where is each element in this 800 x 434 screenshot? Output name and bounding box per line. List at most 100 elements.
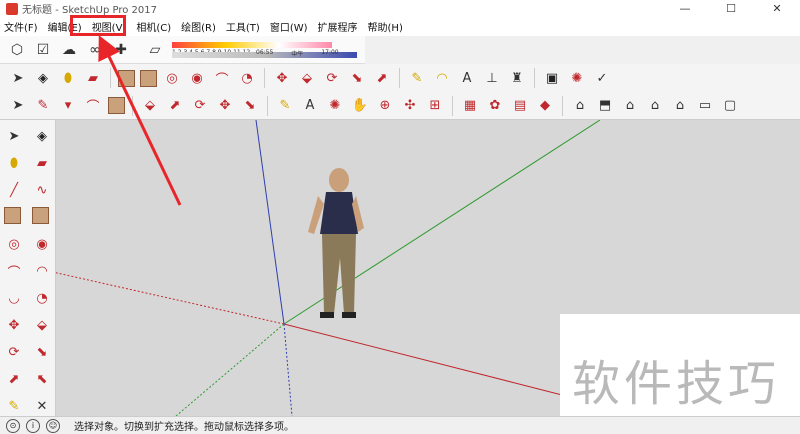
move-icon[interactable]: ✥: [272, 68, 292, 88]
minimize-button[interactable]: —: [662, 0, 708, 17]
menu-draw[interactable]: 绘图(R): [181, 19, 216, 34]
back-view-icon[interactable]: ⌂: [670, 96, 690, 116]
date-slider[interactable]: [172, 42, 332, 48]
rectangle-icon[interactable]: [118, 69, 135, 87]
rotate-tool-icon[interactable]: ⟳: [190, 96, 210, 116]
offset-icon[interactable]: ⬉: [32, 369, 52, 389]
freehand-icon[interactable]: ▾: [58, 96, 78, 116]
tape-measure-icon[interactable]: ✎: [407, 68, 427, 88]
maximize-button[interactable]: ☐: [708, 0, 754, 17]
section-plane-icon[interactable]: ▣: [542, 68, 562, 88]
circle-icon[interactable]: ◎: [162, 68, 182, 88]
close-button[interactable]: ✕: [754, 0, 800, 17]
follow-tool-icon[interactable]: ⬊: [240, 96, 260, 116]
menu-file[interactable]: 文件(F): [4, 19, 38, 34]
warehouse-icon[interactable]: ▦: [460, 96, 480, 116]
shadow-settings[interactable]: 1 2 3 4 5 6 7 8 9 10 11 12 06:55 中午 17:0…: [168, 39, 364, 61]
scale-icon[interactable]: ⬈: [4, 369, 24, 389]
3d-text-icon[interactable]: ♜: [507, 68, 527, 88]
polygon-icon[interactable]: ◉: [187, 68, 207, 88]
link-icon[interactable]: ∞: [84, 39, 106, 61]
top-view-icon[interactable]: ⬒: [595, 96, 615, 116]
tape-icon[interactable]: ✎: [4, 396, 24, 416]
person-figure[interactable]: [308, 168, 364, 318]
label-text-icon[interactable]: A: [300, 96, 320, 116]
xray-icon[interactable]: ▢: [720, 96, 740, 116]
rotate-icon[interactable]: ⟳: [322, 68, 342, 88]
push-pull-icon[interactable]: ⬙: [32, 315, 52, 335]
push-pull-tool-icon[interactable]: ⬙: [140, 96, 160, 116]
front-view-icon[interactable]: ⌂: [620, 96, 640, 116]
menu-help[interactable]: 帮助(H): [368, 19, 403, 34]
arc-icon[interactable]: ⌒: [212, 68, 232, 88]
share-model-icon[interactable]: ☑: [32, 39, 54, 61]
offset-icon[interactable]: ⬈: [165, 96, 185, 116]
shape-dropdown-icon[interactable]: [108, 97, 125, 114]
measure-icon[interactable]: ✎: [275, 96, 295, 116]
three-point-arc-icon[interactable]: ◡: [4, 288, 24, 308]
move-icon[interactable]: ✥: [4, 315, 24, 335]
two-point-arc-icon[interactable]: ◠: [32, 261, 52, 281]
info-icon[interactable]: i: [26, 418, 40, 433]
rectangle-icon[interactable]: [4, 207, 21, 224]
separator: [452, 95, 453, 116]
time-mid: 中午: [291, 51, 304, 58]
follow-me-icon[interactable]: ⬊: [32, 342, 52, 362]
time-start: 06:55: [256, 49, 274, 56]
menu-window[interactable]: 窗口(W): [270, 19, 308, 34]
rotate-icon[interactable]: ⟳: [4, 342, 24, 362]
protractor-icon[interactable]: ◠: [432, 68, 452, 88]
dimension-icon[interactable]: ✕: [32, 396, 52, 416]
menu-tools[interactable]: 工具(T): [226, 19, 260, 34]
component-icon[interactable]: ◈: [33, 68, 53, 88]
line-icon[interactable]: ╱: [4, 180, 24, 200]
eraser-icon[interactable]: ▱: [144, 39, 166, 61]
user-icon[interactable]: ☺: [46, 418, 60, 433]
ruby-icon[interactable]: ◆: [535, 96, 555, 116]
check-icon[interactable]: ✓: [592, 68, 612, 88]
geo-location-icon[interactable]: ⊙: [6, 418, 20, 433]
select-arrow-icon[interactable]: ➤: [8, 68, 28, 88]
arc-dropdown-icon[interactable]: ⌒: [83, 96, 103, 116]
pie-icon[interactable]: ◔: [32, 288, 52, 308]
axes-icon[interactable]: ⊥: [482, 68, 502, 88]
left-view-icon[interactable]: ▭: [695, 96, 715, 116]
select-icon[interactable]: ➤: [4, 126, 24, 146]
right-view-icon[interactable]: ⌂: [645, 96, 665, 116]
menu-camera[interactable]: 相机(C): [136, 19, 171, 34]
zoom-window-icon[interactable]: ✣: [400, 96, 420, 116]
figure-pants: [322, 234, 356, 314]
make-component-icon[interactable]: ◈: [32, 126, 52, 146]
pan-icon[interactable]: ✋: [350, 96, 370, 116]
paint-icon[interactable]: ⬮: [4, 153, 24, 173]
green-axis-negative: [175, 323, 285, 416]
extension-warehouse-icon[interactable]: ✚: [110, 39, 132, 61]
polygon-icon[interactable]: ◉: [32, 234, 52, 254]
rotated-rectangle-icon[interactable]: [32, 207, 49, 224]
text-icon[interactable]: A: [457, 68, 477, 88]
zoom-icon[interactable]: ⊕: [375, 96, 395, 116]
zoom-extents-icon[interactable]: ⊞: [425, 96, 445, 116]
follow-me-icon[interactable]: ⬊: [347, 68, 367, 88]
freehand-icon[interactable]: ∿: [32, 180, 52, 200]
scale-tool-icon[interactable]: ✥: [215, 96, 235, 116]
select-icon[interactable]: ➤: [8, 96, 28, 116]
get-models-icon[interactable]: ⬡: [6, 39, 28, 61]
layout-icon[interactable]: ▤: [510, 96, 530, 116]
extension-icon[interactable]: ✿: [485, 96, 505, 116]
iso-view-icon[interactable]: ⌂: [570, 96, 590, 116]
line-icon[interactable]: ✎: [33, 96, 53, 116]
menu-extensions[interactable]: 扩展程序: [318, 19, 358, 34]
orbit-tool-icon[interactable]: ✺: [325, 96, 345, 116]
orbit-icon[interactable]: ✺: [567, 68, 587, 88]
eraser-tool-icon[interactable]: ▰: [83, 68, 103, 88]
push-pull-icon[interactable]: ⬙: [297, 68, 317, 88]
scale-icon[interactable]: ⬈: [372, 68, 392, 88]
upload-icon[interactable]: ☁: [58, 39, 80, 61]
paint-bucket-icon[interactable]: ⬮: [58, 68, 78, 88]
eraser-icon[interactable]: ▰: [32, 153, 52, 173]
arc-icon[interactable]: ⌒: [4, 261, 24, 281]
rotated-rectangle-icon[interactable]: [140, 69, 157, 87]
circle-icon[interactable]: ◎: [4, 234, 24, 254]
pie-icon[interactable]: ◔: [237, 68, 257, 88]
